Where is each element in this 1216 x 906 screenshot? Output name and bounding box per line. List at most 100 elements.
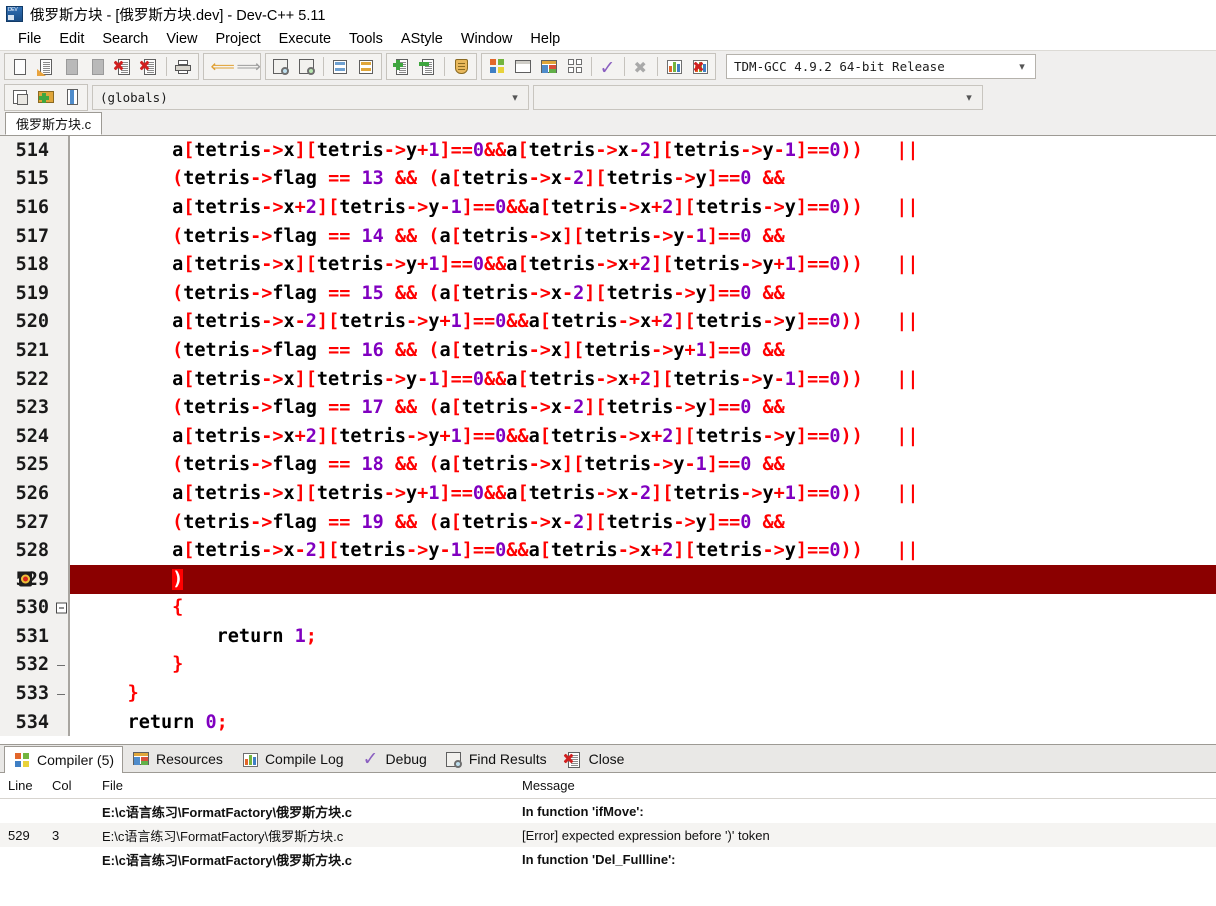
fold-column[interactable] — [54, 650, 70, 680]
fold-collapse-icon[interactable] — [56, 602, 67, 614]
code-line[interactable]: 532 } — [0, 650, 1216, 680]
fold-column[interactable] — [54, 336, 70, 365]
stop-x-icon: ✖ — [633, 57, 647, 77]
fold-column[interactable] — [54, 593, 70, 623]
tab-close[interactable]: Close — [556, 745, 634, 772]
menu-bar: File Edit Search View Project Execute To… — [0, 28, 1216, 50]
code-line[interactable]: 534 return 0; — [0, 707, 1216, 737]
compile-button[interactable] — [484, 54, 510, 79]
menu-view[interactable]: View — [157, 30, 206, 48]
tab-resources[interactable]: Resources — [123, 745, 232, 772]
fold-column[interactable] — [54, 278, 70, 308]
tab-find-results[interactable]: Find Results — [436, 745, 556, 772]
code-line[interactable]: 525 (tetris->flag == 18 && (a[tetris->x]… — [0, 450, 1216, 480]
code-line[interactable]: 523 (tetris->flag == 17 && (a[tetris->x-… — [0, 393, 1216, 422]
fold-column[interactable] — [54, 679, 70, 708]
fold-column[interactable] — [54, 479, 70, 508]
menu-help[interactable]: Help — [521, 30, 569, 48]
compile-run-button[interactable] — [536, 54, 562, 79]
cell-col: 3 — [52, 827, 60, 843]
print-button[interactable] — [170, 54, 196, 79]
code-line[interactable]: 530 { — [0, 593, 1216, 623]
fold-column[interactable] — [54, 507, 70, 537]
close-all-button[interactable] — [137, 54, 163, 79]
delete-profile-button[interactable] — [687, 54, 713, 79]
table-row[interactable]: E:\c语言练习\FormatFactory\俄罗斯方块.c In functio… — [0, 799, 1216, 823]
fold-column[interactable] — [54, 221, 70, 251]
menu-window[interactable]: Window — [452, 30, 522, 48]
add-to-project-button[interactable] — [389, 54, 415, 79]
code-line[interactable]: 519 (tetris->flag == 15 && (a[tetris->x-… — [0, 278, 1216, 308]
fold-column[interactable] — [54, 364, 70, 394]
fold-column[interactable] — [54, 250, 70, 279]
table-row[interactable]: E:\c语言练习\FormatFactory\俄罗斯方块.c In functio… — [0, 847, 1216, 871]
error-marker-icon — [19, 571, 32, 587]
code-line[interactable]: 526 a[tetris->x][tetris->y+1]==0&&a[tetr… — [0, 479, 1216, 508]
goto-function-button[interactable] — [353, 54, 379, 79]
menu-project[interactable]: Project — [207, 30, 270, 48]
new-file-button[interactable] — [7, 54, 33, 79]
code-line[interactable]: 515 (tetris->flag == 13 && (a[tetris->x-… — [0, 164, 1216, 194]
run-button[interactable] — [510, 54, 536, 79]
code-line[interactable]: 522 a[tetris->x][tetris->y-1]==0&&a[tetr… — [0, 364, 1216, 394]
table-row[interactable]: 529 3 E:\c语言练习\FormatFactory\俄罗斯方块.c [Error… — [0, 823, 1216, 847]
new-project-button[interactable] — [7, 85, 33, 110]
window-title: 俄罗斯方块 - [俄罗斯方块.dev] - Dev-C++ 5.11 — [30, 7, 326, 24]
find-button[interactable] — [268, 54, 294, 79]
code-line[interactable]: 521 (tetris->flag == 16 && (a[tetris->x]… — [0, 336, 1216, 365]
fold-column[interactable] — [54, 136, 70, 165]
rebuild-all-button[interactable] — [562, 54, 588, 79]
code-line[interactable]: 533 } — [0, 679, 1216, 708]
profile-button[interactable] — [661, 54, 687, 79]
remove-from-project-button[interactable] — [415, 54, 441, 79]
fold-column[interactable] — [54, 393, 70, 422]
cell-line: 529 — [8, 827, 30, 843]
toggle-bookmark-button[interactable] — [59, 85, 85, 110]
menu-tools[interactable]: Tools — [340, 30, 392, 48]
menu-edit[interactable]: Edit — [50, 30, 93, 48]
replace-button[interactable] — [294, 54, 320, 79]
code-line[interactable]: 514 a[tetris->x][tetris->y+1]==0&&a[tetr… — [0, 136, 1216, 165]
code-line[interactable]: 529 ) — [0, 564, 1216, 594]
code-line[interactable]: 520 a[tetris->x-2][tetris->y+1]==0&&a[te… — [0, 307, 1216, 337]
menu-search[interactable]: Search — [93, 30, 157, 48]
fold-column[interactable] — [54, 707, 70, 737]
goto-line-button[interactable] — [327, 54, 353, 79]
open-file-button[interactable] — [33, 54, 59, 79]
code-line[interactable]: 518 a[tetris->x][tetris->y+1]==0&&a[tetr… — [0, 250, 1216, 279]
cell-file: E:\c语言练习\FormatFactory\俄罗斯方块.c — [102, 852, 352, 868]
tab-compiler[interactable]: Compiler (5) — [4, 746, 124, 773]
member-select[interactable]: ▾ — [533, 84, 983, 110]
code-line[interactable]: 516 a[tetris->x+2][tetris->y-1]==0&&a[te… — [0, 193, 1216, 222]
editor-tab-tetris-c[interactable]: 俄罗斯方块.c — [5, 112, 103, 135]
code-text: a[tetris->x][tetris->y+1]==0&&a[tetris->… — [172, 254, 919, 276]
fold-column[interactable] — [54, 622, 70, 651]
tab-compile-log[interactable]: Compile Log — [232, 745, 353, 772]
close-file-button[interactable] — [111, 54, 137, 79]
project-options-button[interactable] — [448, 54, 474, 79]
compiler-select[interactable]: TDM-GCC 4.9.2 64-bit Release ▾ — [726, 54, 1036, 79]
fold-column[interactable] — [54, 307, 70, 337]
compile-log-icon — [241, 751, 259, 768]
fold-column[interactable] — [54, 164, 70, 194]
code-line[interactable]: 528 a[tetris->x-2][tetris->y-1]==0&&a[te… — [0, 536, 1216, 565]
fold-column[interactable] — [54, 193, 70, 222]
code-line[interactable]: 524 a[tetris->x+2][tetris->y+1]==0&&a[te… — [0, 421, 1216, 451]
redo-arrow-icon: ⟹ — [236, 56, 261, 77]
fold-column[interactable] — [54, 421, 70, 451]
code-line[interactable]: 531 return 1; — [0, 622, 1216, 651]
tab-debug[interactable]: ✓ Debug — [353, 745, 436, 772]
menu-execute[interactable]: Execute — [270, 30, 340, 48]
menu-file[interactable]: File — [9, 30, 50, 48]
menu-astyle[interactable]: AStyle — [392, 30, 452, 48]
add-source-button[interactable] — [33, 85, 59, 110]
code-line[interactable]: 517 (tetris->flag == 14 && (a[tetris->x]… — [0, 221, 1216, 251]
fold-column[interactable] — [54, 564, 70, 594]
syntax-check-button[interactable]: ✓ — [595, 54, 621, 79]
undo-button[interactable]: ⟸ — [206, 54, 235, 79]
code-line[interactable]: 527 (tetris->flag == 19 && (a[tetris->x-… — [0, 507, 1216, 537]
fold-column[interactable] — [54, 536, 70, 565]
scope-select[interactable]: (globals) ▾ — [92, 84, 529, 110]
code-editor[interactable]: 514 a[tetris->x][tetris->y+1]==0&&a[tetr… — [0, 136, 1216, 744]
fold-column[interactable] — [54, 450, 70, 480]
